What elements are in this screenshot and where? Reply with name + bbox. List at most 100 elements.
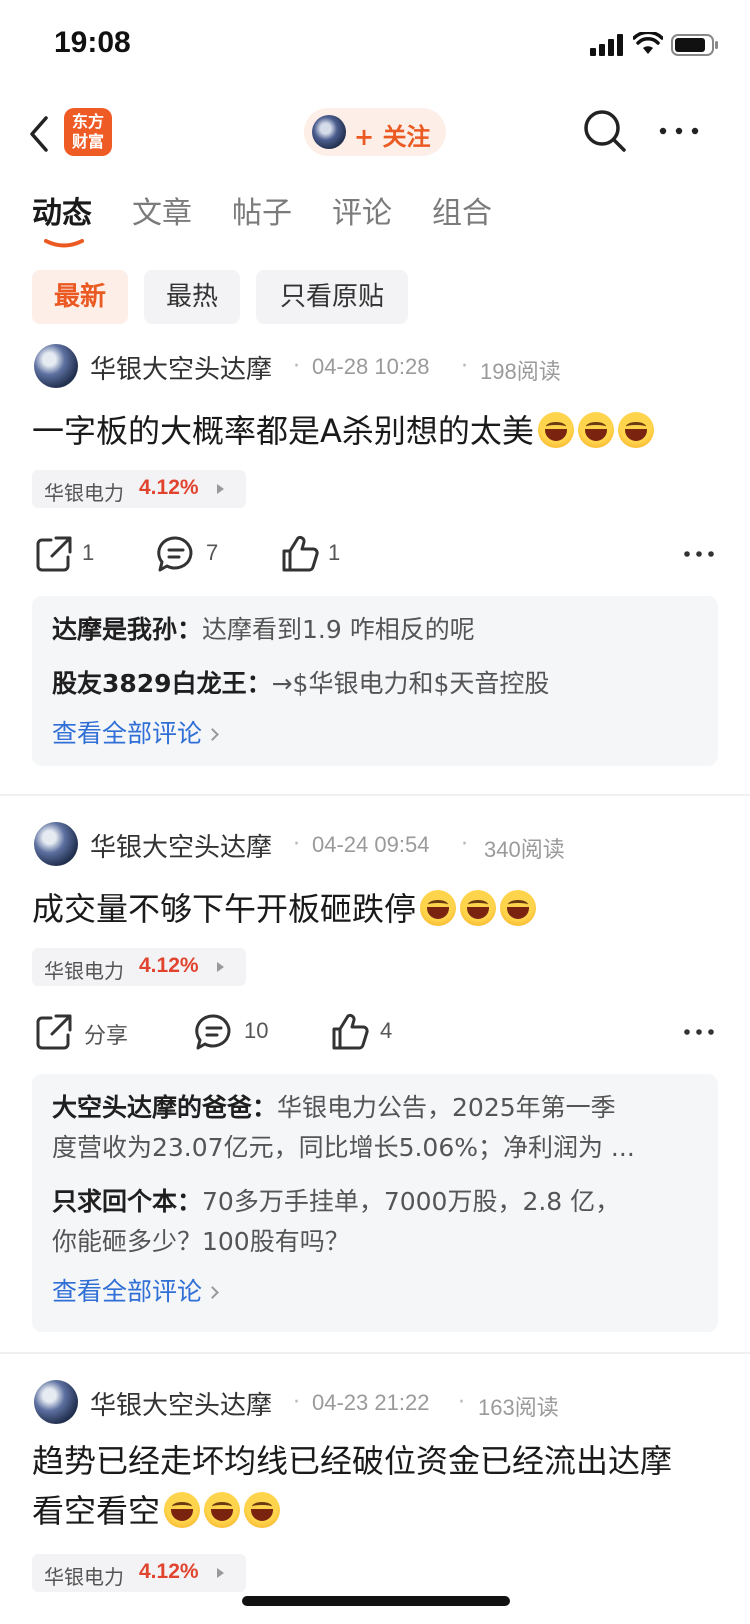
meta-separator: · [293,832,300,857]
comment-text: 达摩看到1.9 咋相反的呢 [202,615,475,644]
meta-separator: · [293,354,300,379]
tab-portfolio[interactable]: 组合 [432,188,492,232]
thumbs-up-icon [282,535,319,572]
laughing-emoji-icon [537,412,574,448]
laughing-emoji-icon [460,890,497,926]
stock-tag[interactable]: 华银电力 4.12% [32,470,246,508]
meta-separator: · [293,1390,300,1415]
follow-button[interactable]: + 关注 [304,108,446,156]
top-nav-bar: 东方 财富 + 关注 [0,98,750,170]
comment-count: 10 [244,1018,269,1043]
battery-icon [671,34,718,56]
tab-dynamics[interactable]: 动态 [32,188,92,232]
comment-item[interactable]: 大空头达摩的爸爸：华银电力公告，2025年第一季 度营收为23.07亿元，同比增… [52,1088,692,1168]
follow-label: + 关注 [354,123,431,151]
comments-preview: 达摩是我孙：达摩看到1.9 咋相反的呢 股友3829白龙王：→$华银电力和$天音… [32,596,718,766]
share-button[interactable]: 1 [34,534,154,574]
back-arrow-icon[interactable] [24,112,58,156]
filter-hottest[interactable]: 最热 [144,270,240,324]
tab-posts[interactable]: 帖子 [232,188,292,232]
status-time: 19:08 [54,26,131,59]
post-text-line: 趋势已经走坏均线已经破位资金已经流出达摩 [32,1442,673,1480]
home-indicator[interactable] [242,1596,510,1606]
share-icon [36,536,72,572]
comment-item[interactable]: 只求回个本：70多万手挂单，7000万股，2.8 亿， 你能砸多少？100股有吗… [52,1182,692,1262]
more-options-icon[interactable] [682,1020,716,1044]
stock-name: 华银电力 [44,481,124,505]
thumbs-up-icon [332,1013,369,1050]
share-count: 1 [82,540,95,565]
post-time: 04-24 09:54 [312,832,430,857]
meta-separator: · [461,832,468,857]
tab-comments[interactable]: 评论 [332,188,392,232]
meta-separator: · [461,354,468,379]
more-options-icon[interactable] [656,114,702,148]
stock-tag[interactable]: 华银电力 4.12% [32,948,246,986]
play-arrow-icon [217,484,224,494]
laughing-emoji-icon [164,1492,201,1528]
post-author[interactable]: 华银大空头达摩 [90,827,272,864]
post-reads: 163阅读 [478,1395,559,1420]
like-count: 4 [380,1018,393,1043]
post-reads: 198阅读 [480,359,561,384]
post-text-line: 看空看空 [32,1486,672,1536]
laughing-emoji-icon [420,890,457,926]
like-button[interactable]: 4 [330,1012,450,1052]
play-arrow-icon [217,1568,224,1578]
divider [0,1352,750,1354]
laughing-emoji-icon [617,412,654,448]
post-text-content: 看空看空 [32,1492,161,1530]
logo-text-bottom: 财富 [71,132,104,151]
chevron-right-icon [206,1286,219,1299]
chevron-right-icon [206,728,219,741]
play-arrow-icon [217,962,224,972]
comment-text: 华银电力公告，2025年第一季 [277,1093,616,1122]
app-logo: 东方 财富 [64,108,112,156]
comment-text: →$华银电力和$天音控股 [271,669,550,698]
filter-original-only[interactable]: 只看原贴 [256,270,408,324]
tab-articles[interactable]: 文章 [132,188,192,232]
share-button[interactable]: 分享 [34,1012,154,1052]
post-text-content: 成交量不够下午开板砸跌停 [32,890,417,928]
comment-item[interactable]: 股友3829白龙王：→$华银电力和$天音控股 [52,664,692,704]
stock-change: 4.12% [139,476,199,499]
view-all-comments-link[interactable]: 查看全部评论 [52,1272,219,1308]
post-text[interactable]: 成交量不够下午开板砸跌停 [32,884,537,934]
post-text[interactable]: 趋势已经走坏均线已经破位资金已经流出达摩 看空看空 [32,1436,672,1536]
post-reads: 340阅读 [484,837,565,862]
like-button[interactable]: 1 [280,534,400,574]
laughing-emoji-icon [244,1492,281,1528]
avatar [312,115,346,149]
avatar[interactable] [34,344,78,388]
like-count: 1 [328,540,341,565]
avatar[interactable] [34,822,78,866]
comment-user: 达摩是我孙： [52,615,203,644]
laughing-emoji-icon [204,1492,241,1528]
post-author[interactable]: 华银大空头达摩 [90,349,272,386]
post-text[interactable]: 一字板的大概率都是A杀别想的太美 [32,406,654,456]
stock-change: 4.12% [139,1560,199,1583]
meta-separator: · [458,1390,465,1415]
more-options-icon[interactable] [682,542,716,566]
comment-button[interactable]: 10 [194,1012,314,1052]
stock-tag[interactable]: 华银电力 4.12% [32,1554,246,1592]
filter-latest[interactable]: 最新 [32,270,128,324]
comment-text-cont: 度营收为23.07亿元，同比增长5.06%；净利润为 ... [52,1133,635,1162]
avatar[interactable] [34,1380,78,1424]
post-author[interactable]: 华银大空头达摩 [90,1385,272,1422]
comment-text: 70多万手挂单，7000万股，2.8 亿， [202,1187,621,1216]
wifi-icon [633,32,663,54]
view-all-comments-link[interactable]: 查看全部评论 [52,714,219,750]
search-icon[interactable] [582,108,628,154]
comment-text-cont: 你能砸多少？100股有吗？ [52,1227,350,1256]
comment-item[interactable]: 达摩是我孙：达摩看到1.9 咋相反的呢 [52,610,692,650]
stock-name: 华银电力 [44,1565,124,1589]
laughing-emoji-icon [577,412,614,448]
comment-button[interactable]: 7 [156,534,276,574]
view-all-label: 查看全部评论 [52,719,203,748]
comment-user: 股友3829白龙王： [52,669,272,698]
post-time: 04-28 10:28 [312,354,430,379]
laughing-emoji-icon [500,890,537,926]
share-label: 分享 [84,1023,129,1048]
post-card: 华银大空头达摩 · 04-24 09:54 · 340阅读 成交量不够下午开板砸… [0,822,750,1332]
